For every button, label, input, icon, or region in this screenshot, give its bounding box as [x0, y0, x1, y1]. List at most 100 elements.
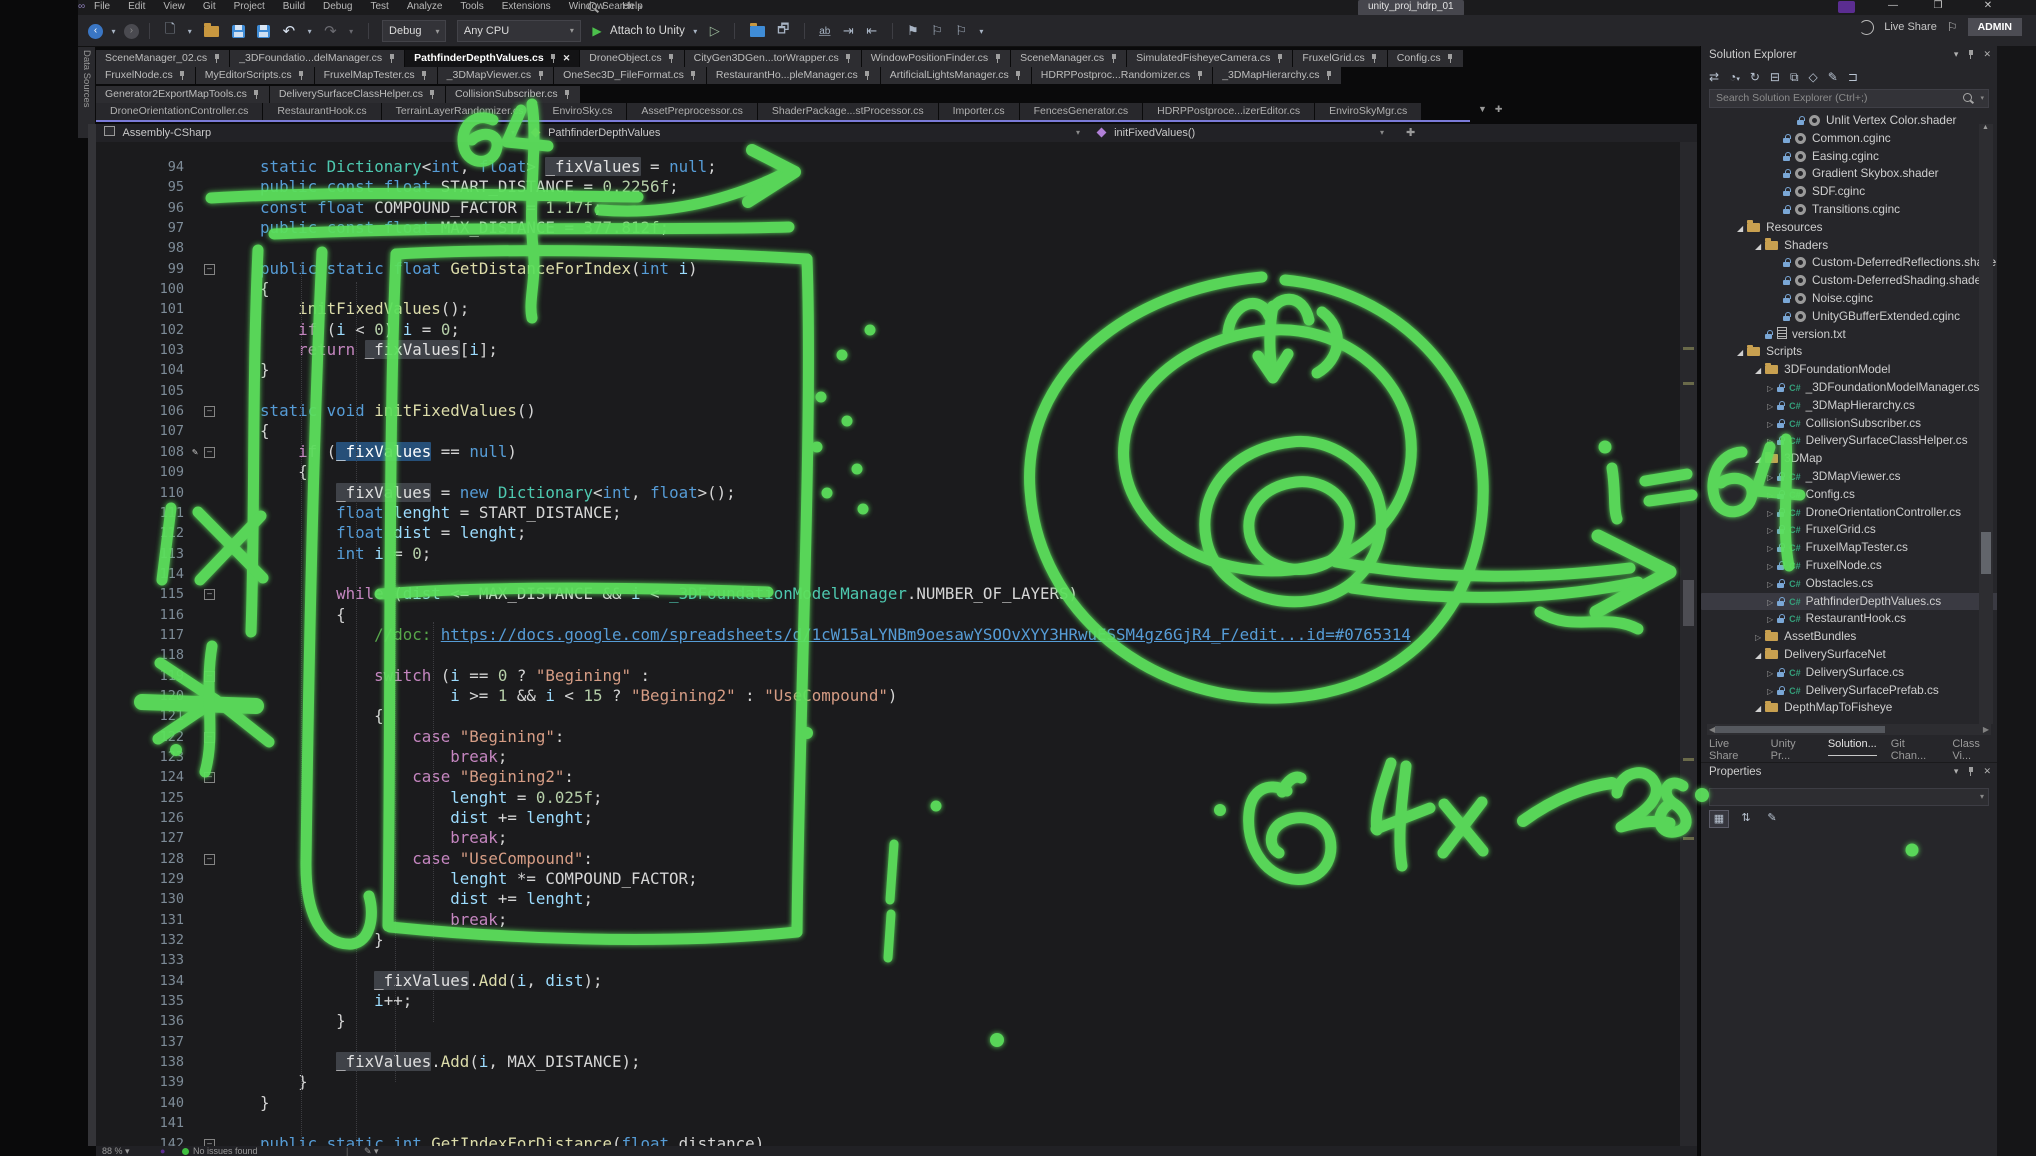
solution-search-input[interactable]: Search Solution Explorer (Ctrl+;) ▾ [1709, 89, 1989, 108]
menu-tools[interactable]: Tools [460, 1, 483, 12]
editor-tab[interactable]: AssetPreprocessor.cs [627, 103, 757, 120]
code-line[interactable]: 99– public static float GetDistanceForIn… [96, 259, 1411, 279]
switch-views-icon[interactable]: ⇄ [1709, 70, 1719, 84]
scroll-right-icon[interactable]: ▶ [1983, 725, 1989, 734]
editor-tab[interactable]: RestaurantHook.cs [263, 103, 380, 120]
code-editor[interactable]: 94 static Dictionary<int, float> _fixVal… [96, 142, 1697, 1146]
tree-item[interactable]: Transitions.cginc [1701, 201, 1997, 219]
fold-toggle-icon[interactable]: – [204, 732, 215, 743]
editor-tab[interactable]: FruxelMapTester.cs [315, 67, 437, 84]
menu-build[interactable]: Build [283, 1, 305, 12]
editor-tab[interactable]: Config.cs [1388, 50, 1463, 67]
editor-tab[interactable]: DroneObject.cs [580, 50, 683, 67]
pin-icon[interactable] [388, 54, 395, 63]
tree-hscrollbar[interactable]: ◀ ▶ [1707, 724, 1991, 735]
code-line[interactable]: 111 float lenght = START_DISTANCE; [96, 503, 1411, 523]
undo-icon[interactable]: ↶ [283, 22, 296, 40]
editor-tab[interactable]: Generator2ExportMapTools.cs [96, 86, 269, 103]
code-line[interactable]: 96 const float COMPOUND_FACTOR = 1.17f; [96, 198, 1411, 218]
code-line[interactable]: 112 float dist = lenght; [96, 523, 1411, 543]
tree-item[interactable]: UnityGBufferExtended.cginc [1701, 308, 1997, 326]
tree-item[interactable]: ▷C#PathfinderDepthValues.cs [1701, 593, 1997, 611]
pin-icon[interactable] [564, 90, 571, 99]
code-line[interactable]: 108✎– if (_fixValues == null) [96, 442, 1411, 462]
navigate-back-button[interactable]: ‹ [88, 24, 103, 39]
menu-view[interactable]: View [163, 1, 185, 12]
editor-tab[interactable]: DeliverySurfaceClassHelper.cs [270, 86, 445, 103]
tree-item[interactable]: ▷C#Config.cs [1701, 486, 1997, 504]
pin-icon[interactable] [537, 71, 544, 80]
tree-item[interactable]: ◢3DFoundationModel [1701, 361, 1997, 379]
tree-item[interactable]: ▷AssetBundles [1701, 628, 1997, 646]
code-line[interactable]: 98 [96, 238, 1411, 258]
code-line[interactable]: 102 if (i < 0) i = 0; [96, 320, 1411, 340]
code-line[interactable]: 109 { [96, 462, 1411, 482]
show-all-files-icon[interactable]: ◇ [1809, 70, 1818, 84]
code-line[interactable]: 141 [96, 1113, 1411, 1133]
code-line[interactable]: 114 [96, 564, 1411, 584]
editor-tab[interactable]: EnviroSkyMgr.cs [1315, 103, 1421, 120]
properties-object-dropdown[interactable]: ▾ [1709, 788, 1989, 806]
tree-scrollbar[interactable]: ▲ [1979, 124, 1993, 724]
doc-link[interactable]: https://docs.google.com/spreadsheets/d/1… [441, 625, 1411, 644]
comment-icon[interactable]: ⇤ [866, 23, 877, 39]
editor-tab[interactable]: _3DMapHierarchy.cs [1213, 67, 1341, 84]
tree-item[interactable]: ▷C#DeliverySurfacePrefab.cs [1701, 682, 1997, 700]
pin-icon[interactable] [213, 54, 220, 63]
pin-icon[interactable] [1325, 71, 1332, 80]
panel-tab-git-chan---[interactable]: Git Chan... [1891, 738, 1939, 756]
tree-item[interactable]: ▷C#_3DMapViewer.cs [1701, 468, 1997, 486]
save-icon[interactable] [232, 25, 245, 38]
code-line[interactable]: 124– case "Begining2": [96, 767, 1411, 787]
menu-git[interactable]: Git [203, 1, 216, 12]
editor-tab[interactable]: FencesGenerator.cs [1020, 103, 1143, 120]
editor-tab[interactable]: SceneManager.cs [1011, 50, 1126, 67]
fold-toggle-icon[interactable]: – [204, 671, 215, 682]
code-line[interactable]: 142– public static int GetIndexForDistan… [96, 1134, 1411, 1147]
project-dropdown[interactable]: Assembly-CSharp [104, 124, 211, 142]
collapse-all-icon[interactable]: ⊟ [1770, 70, 1780, 84]
code-line[interactable]: 121 { [96, 706, 1411, 726]
code-line[interactable]: 103 return _fixValues[i]; [96, 340, 1411, 360]
indent-icon[interactable]: ⇥ [843, 23, 854, 39]
close-button[interactable]: ✕ [1973, 0, 2003, 14]
redo-icon[interactable]: ↷ [324, 22, 337, 40]
tree-item[interactable]: Gradient Skybox.shader [1701, 165, 1997, 183]
zoom-control[interactable]: 88 % ▾ [102, 1146, 130, 1156]
pin-icon[interactable] [179, 71, 186, 80]
panel-menu-icon[interactable]: ▾ [1954, 49, 1959, 60]
code-line[interactable]: 132 } [96, 930, 1411, 950]
fold-toggle-icon[interactable]: – [204, 772, 215, 783]
pin-icon[interactable] [1276, 54, 1283, 63]
pin-icon[interactable] [1371, 54, 1378, 63]
pin-icon[interactable] [550, 54, 557, 63]
code-line[interactable]: 137 [96, 1032, 1411, 1052]
undo-dropdown-icon[interactable]: ▾ [308, 27, 312, 36]
code-line[interactable]: 105 [96, 381, 1411, 401]
code-line[interactable]: 131 break; [96, 910, 1411, 930]
more-tools-icon[interactable]: ▾ [979, 27, 983, 36]
menu-file[interactable]: File [94, 1, 110, 12]
tree-item[interactable]: Unlit Vertex Color.shader [1701, 112, 1997, 130]
menu-edit[interactable]: Edit [128, 1, 145, 12]
type-dropdown[interactable]: PathfinderDepthValues [532, 124, 660, 142]
tree-item[interactable]: ▷C#RestaurantHook.cs [1701, 610, 1997, 628]
code-line[interactable]: 97 public const float MAX_DISTANCE = 377… [96, 218, 1411, 238]
code-line[interactable]: 129 lenght *= COMPOUND_FACTOR; [96, 869, 1411, 889]
split-window-button[interactable]: ✚ [1406, 124, 1415, 142]
panel-menu-icon[interactable]: ▾ [1954, 766, 1959, 777]
fold-toggle-icon[interactable]: – [204, 264, 215, 275]
pending-changes-icon[interactable]: ◔▾ [1729, 70, 1740, 84]
code-line[interactable]: 117 //doc: https://docs.google.com/sprea… [96, 625, 1411, 645]
open-file-icon[interactable] [204, 26, 219, 37]
panel-tab-live-share[interactable]: Live Share [1709, 738, 1757, 756]
spell-check-icon[interactable]: a̲b̲ [819, 26, 830, 37]
code-line[interactable]: 107 { [96, 421, 1411, 441]
pin-icon[interactable] [690, 71, 697, 80]
save-all-icon[interactable] [257, 25, 270, 38]
editor-tab[interactable]: SceneManager_02.cs [96, 50, 229, 67]
window-layout-icon[interactable]: 🗗 [777, 20, 789, 42]
tree-item[interactable]: ◢Shaders [1701, 237, 1997, 255]
pin-icon[interactable] [1196, 71, 1203, 80]
debug-config-dropdown[interactable]: Debug▾ [382, 20, 446, 42]
